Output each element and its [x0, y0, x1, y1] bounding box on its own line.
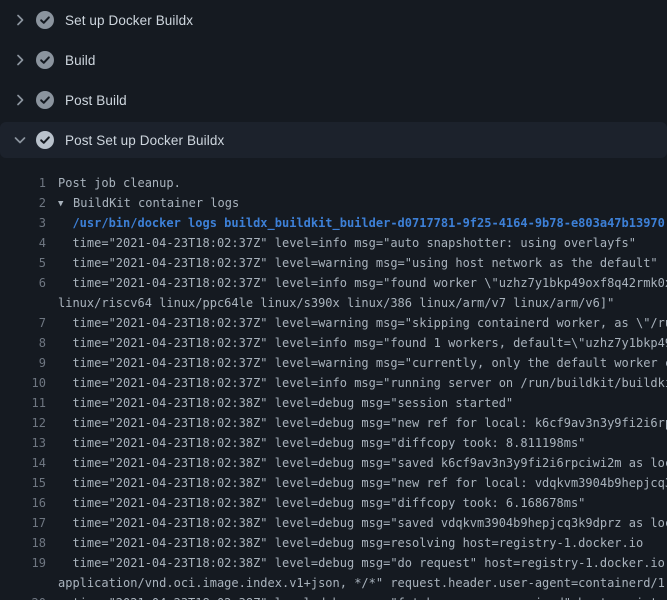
line-number[interactable]: 11: [0, 393, 46, 413]
log-row: 9 time="2021-04-23T18:02:37Z" level=warn…: [0, 353, 667, 373]
step-row-post-build[interactable]: Post Build: [0, 80, 667, 120]
chevron-right-icon: [12, 52, 28, 68]
actions-log-viewer: Set up Docker Buildx Build Post Build: [0, 0, 667, 600]
check-circle-icon: [36, 131, 54, 149]
line-number[interactable]: 9: [0, 353, 46, 373]
log-row: 2 ▼BuildKit container logs: [0, 193, 667, 213]
log-text: ▼BuildKit container logs: [46, 193, 239, 213]
log-text: /usr/bin/docker logs buildx_buildkit_bui…: [46, 213, 665, 233]
group-label[interactable]: BuildKit container logs: [73, 196, 239, 210]
line-number[interactable]: 6: [0, 273, 46, 293]
log-text: time="2021-04-23T18:02:37Z" level=warnin…: [46, 353, 667, 373]
line-number[interactable]: 10: [0, 373, 46, 393]
line-number[interactable]: 13: [0, 433, 46, 453]
log-row: 18 time="2021-04-23T18:02:38Z" level=deb…: [0, 533, 667, 553]
log-text: time="2021-04-23T18:02:38Z" level=debug …: [46, 393, 513, 413]
log-row: 1 Post job cleanup.: [0, 173, 667, 193]
line-number[interactable]: 16: [0, 493, 46, 513]
line-number[interactable]: 1: [0, 173, 46, 193]
log-row: 10 time="2021-04-23T18:02:37Z" level=inf…: [0, 373, 667, 393]
line-number[interactable]: 3: [0, 213, 46, 233]
log-row: application/vnd.oci.image.index.v1+json,…: [0, 573, 667, 593]
log-row: 16 time="2021-04-23T18:02:38Z" level=deb…: [0, 493, 667, 513]
check-circle-icon: [36, 51, 54, 69]
log-text: time="2021-04-23T18:02:38Z" level=debug …: [46, 533, 643, 553]
steps-list: Set up Docker Buildx Build Post Build: [0, 0, 667, 158]
log-row: 6 time="2021-04-23T18:02:37Z" level=info…: [0, 273, 667, 293]
log-row: linux/riscv64 linux/ppc64le linux/s390x …: [0, 293, 667, 313]
check-circle-icon: [36, 91, 54, 109]
log-text: time="2021-04-23T18:02:37Z" level=warnin…: [46, 313, 667, 333]
chevron-down-icon: [12, 132, 28, 148]
line-number[interactable]: 20: [0, 593, 46, 600]
step-label: Post Build: [65, 93, 127, 108]
line-number[interactable]: 15: [0, 473, 46, 493]
log-text: time="2021-04-23T18:02:38Z" level=debug …: [46, 433, 585, 453]
log-text: time="2021-04-23T18:02:37Z" level=info m…: [46, 233, 636, 253]
log-row: 14 time="2021-04-23T18:02:38Z" level=deb…: [0, 453, 667, 473]
line-number[interactable]: 2: [0, 193, 46, 213]
line-number: [0, 293, 46, 313]
log-text: Post job cleanup.: [46, 173, 181, 193]
log-output: 1 Post job cleanup. 2 ▼BuildKit containe…: [0, 160, 667, 600]
log-row: 19 time="2021-04-23T18:02:38Z" level=deb…: [0, 553, 667, 573]
log-row: 20 time="2021-04-23T18:02:38Z" level=deb…: [0, 593, 667, 600]
group-toggle-triangle-icon[interactable]: ▼: [58, 194, 73, 214]
log-row: 11 time="2021-04-23T18:02:38Z" level=deb…: [0, 393, 667, 413]
log-row: 8 time="2021-04-23T18:02:37Z" level=info…: [0, 333, 667, 353]
step-label: Build: [65, 53, 96, 68]
line-number[interactable]: 8: [0, 333, 46, 353]
log-text: time="2021-04-23T18:02:38Z" level=debug …: [46, 553, 667, 573]
line-number: [0, 573, 46, 593]
log-row: 15 time="2021-04-23T18:02:38Z" level=deb…: [0, 473, 667, 493]
line-number[interactable]: 12: [0, 413, 46, 433]
log-text: time="2021-04-23T18:02:37Z" level=info m…: [46, 333, 667, 353]
step-label: Set up Docker Buildx: [65, 13, 193, 28]
step-row-build[interactable]: Build: [0, 40, 667, 80]
chevron-right-icon: [12, 12, 28, 28]
log-row: 7 time="2021-04-23T18:02:37Z" level=warn…: [0, 313, 667, 333]
log-text: time="2021-04-23T18:02:38Z" level=debug …: [46, 513, 667, 533]
log-row: 13 time="2021-04-23T18:02:38Z" level=deb…: [0, 433, 667, 453]
step-label: Post Set up Docker Buildx: [65, 133, 224, 148]
line-number[interactable]: 5: [0, 253, 46, 273]
log-text: time="2021-04-23T18:02:37Z" level=warnin…: [46, 253, 658, 273]
line-number[interactable]: 19: [0, 553, 46, 573]
log-text: time="2021-04-23T18:02:38Z" level=debug …: [46, 473, 667, 493]
log-row: 12 time="2021-04-23T18:02:38Z" level=deb…: [0, 413, 667, 433]
log-row: 3 /usr/bin/docker logs buildx_buildkit_b…: [0, 213, 667, 233]
line-number[interactable]: 7: [0, 313, 46, 333]
line-number[interactable]: 17: [0, 513, 46, 533]
log-text: time="2021-04-23T18:02:37Z" level=info m…: [46, 373, 667, 393]
check-circle-icon: [36, 11, 54, 29]
log-text: linux/riscv64 linux/ppc64le linux/s390x …: [46, 293, 614, 313]
step-row-post-set-up-docker-buildx[interactable]: Post Set up Docker Buildx: [0, 122, 667, 158]
line-number[interactable]: 18: [0, 533, 46, 553]
log-text: time="2021-04-23T18:02:38Z" level=debug …: [46, 493, 585, 513]
log-row: 4 time="2021-04-23T18:02:37Z" level=info…: [0, 233, 667, 253]
log-text: time="2021-04-23T18:02:38Z" level=debug …: [46, 593, 667, 600]
log-text: time="2021-04-23T18:02:37Z" level=info m…: [46, 273, 667, 293]
log-text: application/vnd.oci.image.index.v1+json,…: [46, 573, 667, 593]
chevron-right-icon: [12, 92, 28, 108]
log-row: 17 time="2021-04-23T18:02:38Z" level=deb…: [0, 513, 667, 533]
line-number[interactable]: 14: [0, 453, 46, 473]
log-text: time="2021-04-23T18:02:38Z" level=debug …: [46, 413, 667, 433]
step-row-set-up-docker-buildx[interactable]: Set up Docker Buildx: [0, 0, 667, 40]
log-text: time="2021-04-23T18:02:38Z" level=debug …: [46, 453, 667, 473]
log-row: 5 time="2021-04-23T18:02:37Z" level=warn…: [0, 253, 667, 273]
line-number[interactable]: 4: [0, 233, 46, 253]
